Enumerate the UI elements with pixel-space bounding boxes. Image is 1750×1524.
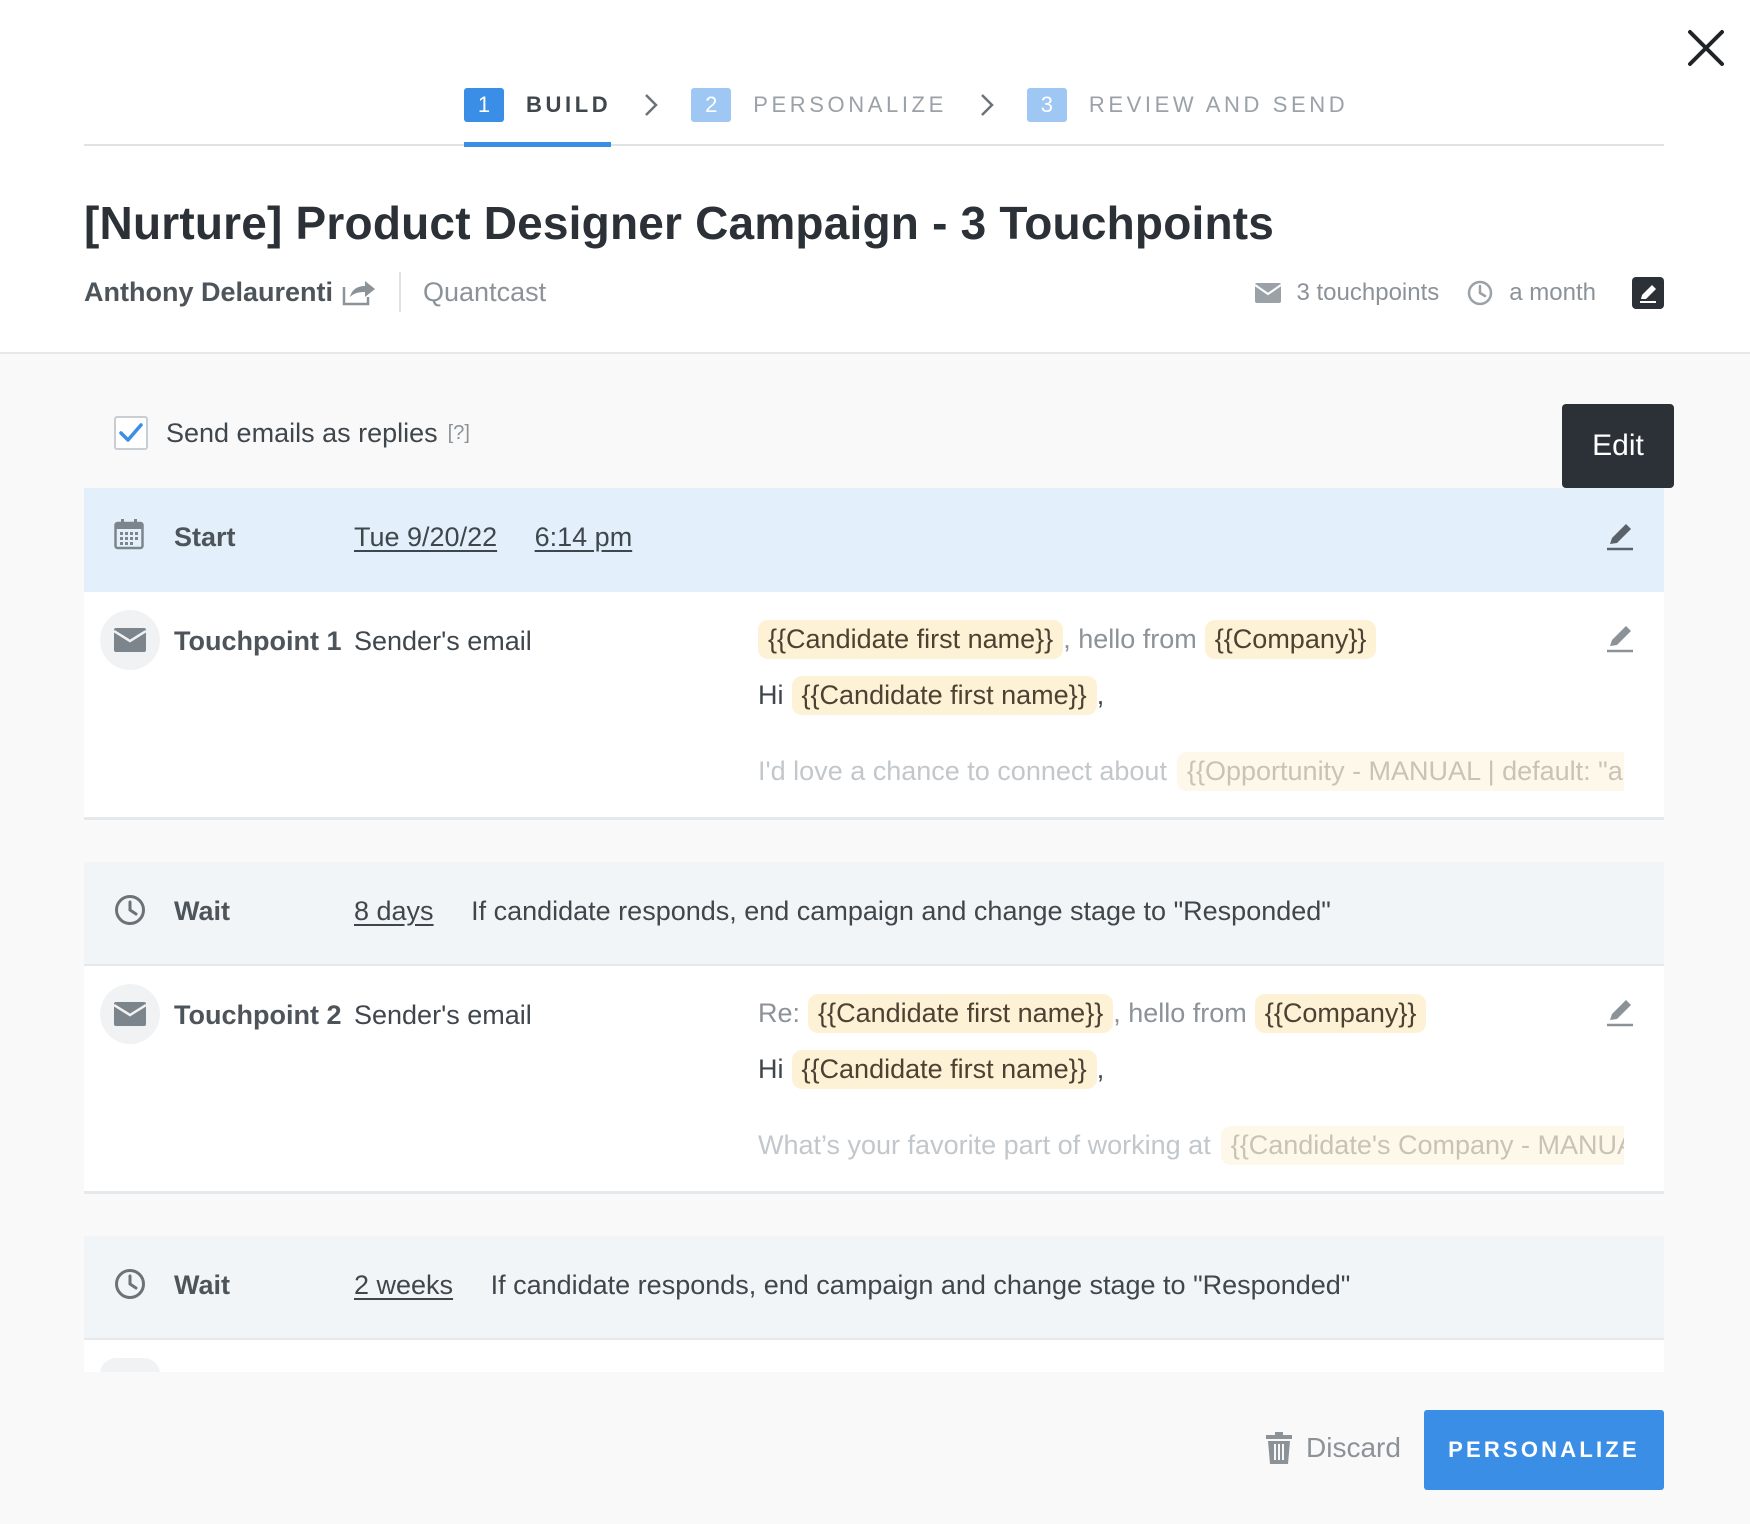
chevron-right-icon — [645, 94, 658, 116]
edit-icon — [1640, 285, 1656, 303]
greeting-text: Hi — [758, 1054, 784, 1084]
step-number: 1 — [464, 88, 504, 122]
body-preview-text: What’s your favorite part of working at — [758, 1130, 1211, 1160]
step-label: BUILD — [526, 92, 612, 117]
email-preview: Re: {{Candidate first name}} , hello fro… — [674, 966, 1624, 1194]
touchpoints-count: 3 touchpoints — [1296, 279, 1440, 306]
sender-label: Sender's email — [354, 626, 532, 656]
edit-pencil-icon[interactable] — [1604, 996, 1636, 1028]
email-preview: {{Candidate first name}} , hello from {{… — [674, 592, 1624, 820]
start-date-link[interactable]: Tue 9/20/22 — [354, 522, 497, 552]
clock-icon — [115, 1269, 145, 1299]
merge-token: {{Company}} — [1204, 620, 1377, 659]
body-preview-line: I'd love a chance to connect about {{Opp… — [758, 752, 1624, 791]
wait-label: Wait — [174, 1270, 230, 1300]
merge-token: {{Opportunity - MANUAL | default: "an — [1176, 752, 1624, 791]
merge-token: {{Candidate first name}} — [758, 620, 1064, 659]
campaign-stats: 3 touchpoints a month — [1254, 274, 1664, 312]
touchpoint-label: Touchpoint 1 — [174, 626, 342, 656]
duration-value: a month — [1509, 279, 1596, 306]
subject-text: , hello from — [1113, 998, 1247, 1028]
envelope-icon — [114, 628, 146, 652]
greeting-text: Hi — [758, 680, 784, 710]
start-time-link[interactable]: 6:14 pm — [535, 522, 633, 552]
company-name: Quantcast — [423, 276, 547, 307]
sender-label: Sender's email — [354, 1000, 532, 1030]
step-number: 3 — [1026, 88, 1067, 122]
body-preview-line: What’s your favorite part of working at … — [758, 1126, 1624, 1165]
wait-duration-link[interactable]: 8 days — [354, 896, 434, 926]
touchpoint-3-row-partial[interactable] — [84, 1340, 1664, 1374]
checkmark-icon — [119, 423, 143, 442]
send-as-replies-label: Send emails as replies — [166, 417, 438, 448]
subject-line: {{Candidate first name}} , hello from {{… — [758, 620, 1377, 659]
touchpoint-label: Touchpoint 2 — [174, 1000, 342, 1030]
step-personalize[interactable]: 2 PERSONALIZE — [691, 70, 947, 140]
merge-token: {{Candidate first name}} — [791, 1050, 1097, 1089]
edit-campaign-button[interactable] — [1632, 277, 1664, 309]
touchpoints-stat: 3 touchpoints — [1254, 279, 1440, 307]
help-link[interactable]: [?] — [448, 422, 470, 445]
wait-1-row: Wait 8 days If candidate responds, end c… — [84, 862, 1664, 966]
chevron-right-icon — [980, 94, 994, 116]
clock-icon — [115, 895, 145, 925]
divider — [399, 272, 402, 312]
send-as-replies-checkbox[interactable] — [114, 416, 148, 450]
wait-rule-text: If candidate responds, end campaign and … — [490, 1270, 1351, 1300]
touchpoint-icon — [100, 610, 160, 670]
edit-tooltip: Edit — [1562, 404, 1674, 502]
edit-pencil-icon[interactable] — [1604, 520, 1636, 552]
reassign-owner-icon[interactable] — [341, 277, 377, 307]
merge-token: {{Candidate first name}} — [791, 676, 1097, 715]
subject-text: , hello from — [1063, 624, 1197, 654]
personalize-button[interactable]: PERSONALIZE — [1424, 1410, 1664, 1490]
body-preview-text: I'd love a chance to connect about — [758, 756, 1167, 786]
discard-label: Discard — [1306, 1432, 1401, 1463]
wait-duration-link[interactable]: 2 weeks — [354, 1270, 453, 1300]
send-as-replies-option: Send emails as replies [?] — [114, 416, 470, 450]
edit-pencil-icon[interactable] — [1604, 622, 1636, 654]
start-label: Start — [174, 522, 236, 552]
clock-icon — [1468, 280, 1493, 306]
envelope-icon — [1254, 283, 1281, 303]
envelope-icon — [114, 1002, 146, 1026]
merge-token: {{Candidate's Company - MANUAL}} — [1220, 1126, 1624, 1165]
close-button[interactable] — [1680, 22, 1732, 74]
subject-prefix: Re: — [758, 998, 801, 1028]
wait-2-row: Wait 2 weeks If candidate responds, end … — [84, 1236, 1664, 1340]
greeting-comma: , — [1096, 1054, 1105, 1084]
wait-label: Wait — [174, 896, 230, 926]
step-label: PERSONALIZE — [753, 92, 947, 117]
calendar-icon — [114, 519, 144, 550]
close-icon — [1688, 30, 1724, 66]
start-row: Start Tue 9/20/22 6:14 pm — [84, 488, 1664, 592]
page-title: [Nurture] Product Designer Campaign - 3 … — [84, 197, 1275, 249]
merge-token: {{Company}} — [1254, 994, 1427, 1033]
touchpoint-icon — [100, 984, 160, 1044]
owner-name: Anthony Delaurenti — [84, 276, 334, 307]
step-number: 2 — [691, 88, 732, 122]
stepper: 1 BUILD 2 PERSONALIZE 3 REVIEW AND SEND — [84, 62, 1664, 147]
duration-stat: a month — [1467, 279, 1596, 307]
subject-line: Re: {{Candidate first name}} , hello fro… — [758, 994, 1427, 1033]
campaign-meta: Anthony Delaurenti Quantcast — [84, 272, 546, 312]
discard-button[interactable]: Discard — [1266, 1432, 1401, 1464]
campaign-builder-panel: Send emails as replies [?] Edit Start Tu… — [0, 352, 1750, 1524]
greeting-comma: , — [1096, 680, 1105, 710]
step-build[interactable]: 1 BUILD — [464, 70, 612, 147]
trash-icon — [1266, 1432, 1292, 1464]
footer-bar: Discard PERSONALIZE — [0, 1372, 1750, 1524]
step-label: REVIEW AND SEND — [1088, 92, 1349, 117]
wait-rule-text: If candidate responds, end campaign and … — [471, 896, 1331, 926]
touchpoint-1-row[interactable]: Touchpoint 1 Sender's email {{Candidate … — [84, 592, 1664, 820]
touchpoint-2-row[interactable]: Touchpoint 2 Sender's email Re: {{Candid… — [84, 966, 1664, 1194]
step-review-and-send[interactable]: 3 REVIEW AND SEND — [1026, 70, 1349, 140]
greeting-line: Hi {{Candidate first name}} , — [758, 676, 1104, 715]
merge-token: {{Candidate first name}} — [808, 994, 1114, 1033]
greeting-line: Hi {{Candidate first name}} , — [758, 1050, 1104, 1089]
